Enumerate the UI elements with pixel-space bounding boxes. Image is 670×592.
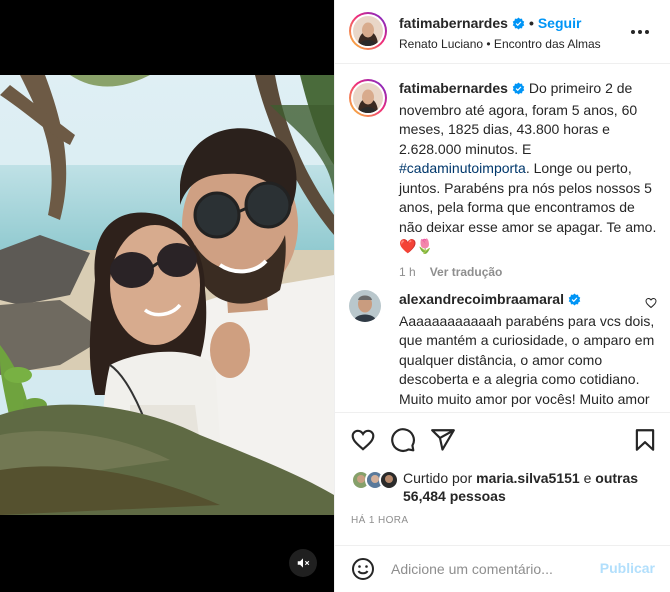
liker-avatars[interactable] <box>351 470 403 490</box>
caption-emojis: ❤️🌷 <box>399 238 434 254</box>
verified-badge-icon <box>512 81 525 101</box>
couple-selfie-photo <box>0 75 334 515</box>
mute-toggle-button[interactable] <box>289 549 317 577</box>
post-header: fatimabernardes • Seguir Renato Luciano • … <box>335 0 670 64</box>
post-side-panel: fatimabernardes • Seguir Renato Luciano • … <box>334 0 670 592</box>
caption-time[interactable]: 1 h <box>399 265 416 279</box>
emoji-smile-icon[interactable] <box>351 557 375 581</box>
caption-username[interactable]: fatimabernardes <box>399 80 508 96</box>
likes-conjunction: e <box>579 470 596 486</box>
bookmark-icon[interactable] <box>632 427 658 453</box>
comments-list[interactable]: fatimabernardes Do primeiro 2 de novembr… <box>335 64 670 412</box>
see-translation-button[interactable]: Ver tradução <box>430 265 503 279</box>
header-user-line: fatimabernardes • Seguir <box>399 15 581 33</box>
caption-text: fatimabernardes Do primeiro 2 de novembr… <box>399 79 659 257</box>
liker-avatar <box>379 470 399 490</box>
verified-badge-icon <box>512 17 525 33</box>
comment-bubble-icon[interactable] <box>390 427 416 453</box>
comment-input[interactable] <box>391 558 591 580</box>
liker-username[interactable]: maria.silva5151 <box>476 470 580 486</box>
author-avatar[interactable] <box>349 12 387 50</box>
publish-button[interactable]: Publicar <box>600 560 655 576</box>
likes-prefix: Curtido por <box>403 470 477 486</box>
more-options-icon[interactable] <box>631 25 655 39</box>
post-media[interactable] <box>0 0 334 592</box>
hashtag-link[interactable]: #cadaminutoimporta <box>399 160 526 176</box>
commenter-avatar[interactable] <box>349 290 387 328</box>
caption-meta: 1 h Ver tradução <box>399 265 659 279</box>
likes-summary: Curtido por maria.silva5151 e outras 56,… <box>351 469 643 505</box>
commenter-username[interactable]: alexandrecoimbraamaral <box>399 291 564 307</box>
caption-item: fatimabernardes Do primeiro 2 de novembr… <box>349 79 659 279</box>
caption-author-avatar[interactable] <box>349 79 387 117</box>
comment-text: alexandrecoimbraamaral Aaaaaaaaaaaah par… <box>399 290 659 412</box>
verified-badge-icon <box>568 292 581 312</box>
speaker-muted-icon <box>297 558 310 568</box>
separator-dot: • <box>528 15 534 31</box>
add-comment-bar: Publicar <box>335 545 670 592</box>
follow-button[interactable]: Seguir <box>538 15 582 31</box>
comment-body: Aaaaaaaaaaaah parabéns para vcs dois, qu… <box>399 312 655 413</box>
location-line[interactable]: Renato Luciano • Encontro das Almas <box>399 37 601 51</box>
post-timestamp[interactable]: HÁ 1 HORA <box>351 515 409 526</box>
likes-text: Curtido por maria.silva5151 e outras 56,… <box>403 469 643 505</box>
paper-plane-icon[interactable] <box>430 427 456 453</box>
comment-like-heart-icon[interactable] <box>645 296 657 314</box>
comment-item: alexandrecoimbraamaral Aaaaaaaaaaaah par… <box>349 290 659 412</box>
instagram-post: fatimabernardes • Seguir Renato Luciano • … <box>0 0 670 592</box>
author-username[interactable]: fatimabernardes <box>399 15 508 31</box>
heart-outline-icon[interactable] <box>350 427 376 453</box>
